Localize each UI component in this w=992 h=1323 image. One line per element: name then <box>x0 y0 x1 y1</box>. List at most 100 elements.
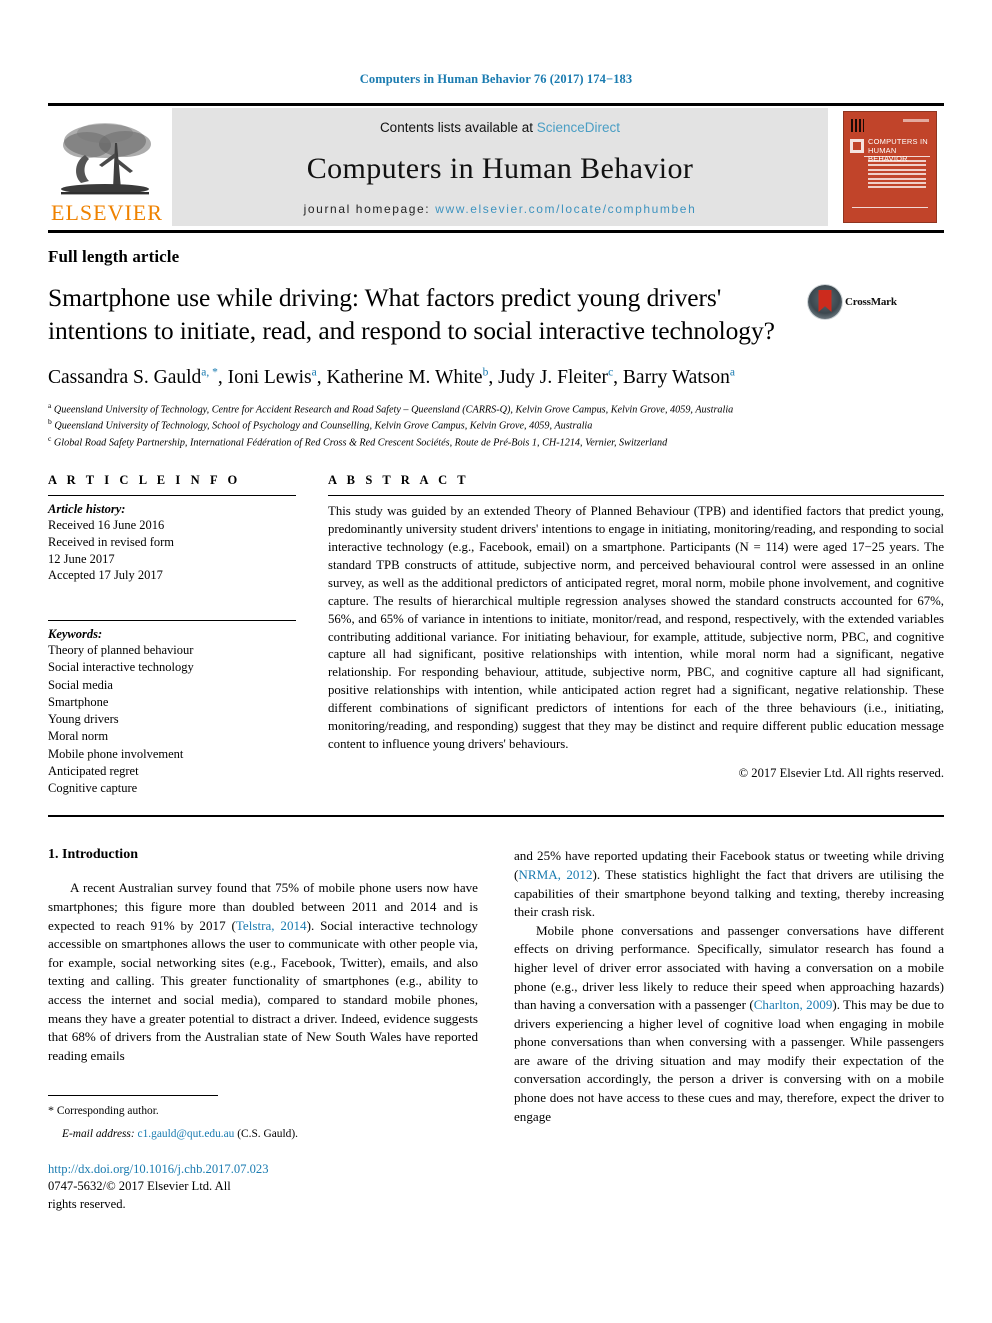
keyword-item: Cognitive capture <box>48 781 138 796</box>
article-info-column: A R T I C L E I N F O Article history: R… <box>48 473 296 797</box>
journal-cover-wrap: COMPUTERS IN HUMAN BEHAVIOR <box>836 108 944 226</box>
article-page: Computers in Human Behavior 76 (2017) 17… <box>0 0 992 1323</box>
cover-emblem-icon <box>850 139 864 153</box>
article-info-heading: A R T I C L E I N F O <box>48 473 241 488</box>
keyword-item: Anticipated regret <box>48 763 139 778</box>
running-head: Computers in Human Behavior 76 (2017) 17… <box>359 72 633 86</box>
cover-qr-icon <box>851 119 864 132</box>
author-marks: a <box>729 366 735 379</box>
paragraph: and 25% have reported updating their Fac… <box>514 847 944 921</box>
cover-top-bar <box>903 119 929 122</box>
footnote-rule <box>48 1095 218 1097</box>
email-line: E-mail address: c1.gauld@qut.edu.au (C.S… <box>48 1126 298 1143</box>
author-marks: a <box>311 366 317 379</box>
keyword-item: Theory of planned behaviour <box>48 643 194 658</box>
author-list: Cassandra S. Gaulda, *, Ioni Lewisa, Kat… <box>48 366 735 389</box>
abstract-text: This study was guided by an extended The… <box>328 504 944 751</box>
citation-link[interactable]: NRMA, 2012 <box>518 867 592 882</box>
abstract-heading: A B S T R A C T <box>328 473 470 488</box>
journal-banner: ELSEVIER Contents lists available at Sci… <box>48 108 944 226</box>
abstract-rule <box>328 495 944 497</box>
crossmark-icon <box>808 285 842 319</box>
author-name: Ioni Lewis <box>227 367 312 389</box>
footnote-star: * <box>48 1103 54 1118</box>
cover-rule-upper <box>864 156 930 157</box>
author-name: Barry Watson <box>622 367 730 389</box>
keyword-item: Mobile phone involvement <box>48 746 184 761</box>
abstract-copyright: © 2017 Elsevier Ltd. All rights reserved… <box>738 765 944 780</box>
author-marks: b <box>482 366 489 379</box>
keyword-item: Smartphone <box>48 694 109 709</box>
corresponding-author-line: * Corresponding author. <box>48 1102 238 1120</box>
journal-title: Computers in Human Behavior <box>306 151 694 185</box>
elsevier-logo: ELSEVIER <box>48 108 166 226</box>
paragraph-text: ). Social interactive technology accessi… <box>48 917 478 1063</box>
body-separator-rule <box>48 815 944 818</box>
introduction-heading: 1. Introduction <box>48 847 138 863</box>
citation-link[interactable]: Charlton, 2009 <box>754 997 833 1012</box>
citation-link[interactable]: Telstra, 2014 <box>236 918 307 933</box>
affiliation-text: Queensland University of Technology, Sch… <box>54 420 593 432</box>
banner-center: Contents lists available at ScienceDirec… <box>172 108 828 226</box>
email-owner: (C.S. Gauld). <box>237 1127 298 1140</box>
affiliation-mark: a <box>48 400 52 410</box>
keyword-item: Young drivers <box>48 712 119 727</box>
banner-top-rule <box>48 103 944 106</box>
keyword-item: Social interactive technology <box>48 660 194 675</box>
doi-link[interactable]: http://dx.doi.org/10.1016/j.chb.2017.07.… <box>48 1162 269 1177</box>
homepage-prefix: journal homepage: <box>303 202 436 216</box>
keywords-block: Keywords: Theory of planned behaviour So… <box>48 620 296 797</box>
crossmark-label: CrossMark <box>845 296 897 308</box>
author-marks: a, * <box>201 366 218 379</box>
author-name: Katherine M. White <box>326 367 483 389</box>
paragraph: A recent Australian survey found that 75… <box>48 879 478 1065</box>
affiliation-item: b Queensland University of Technology, S… <box>48 417 944 434</box>
article-history-item: Accepted 17 July 2017 <box>48 568 163 583</box>
banner-bottom-rule <box>48 230 944 233</box>
affiliation-text: Global Road Safety Partnership, Internat… <box>53 437 668 449</box>
keyword-item: Social media <box>48 677 113 692</box>
article-history-item: Received in revised form <box>48 534 174 549</box>
affiliation-mark: c <box>48 434 52 444</box>
author-name: Cassandra S. Gauld <box>48 367 202 389</box>
sciencedirect-link[interactable]: ScienceDirect <box>537 120 620 135</box>
body-columns: 1. Introduction A recent Australian surv… <box>48 847 944 1213</box>
elsevier-wordmark: ELSEVIER <box>51 200 163 225</box>
title-row: Smartphone use while driving: What facto… <box>48 281 944 347</box>
paragraph: Mobile phone conversations and passenger… <box>514 922 944 1126</box>
article-history-item: Received 16 June 2016 <box>48 518 165 533</box>
doi-block: http://dx.doi.org/10.1016/j.chb.2017.07.… <box>48 1162 269 1213</box>
crossmark-badge[interactable]: CrossMark <box>808 281 908 319</box>
page-title: Smartphone use while driving: What facto… <box>48 283 775 346</box>
article-history-label: Article history: <box>48 502 126 517</box>
keywords-label: Keywords: <box>48 627 103 642</box>
author-marks: c <box>608 366 614 379</box>
affiliation-text: Queensland University of Technology, Cen… <box>53 403 734 415</box>
elsevier-tree-icon <box>61 123 151 195</box>
affiliation-list: a Queensland University of Technology, C… <box>48 401 944 452</box>
cover-rule-lower <box>852 207 928 208</box>
homepage-url-link[interactable]: www.elsevier.com/locate/comphumbeh <box>435 202 696 216</box>
footnote-block: * Corresponding author. E-mail address: … <box>48 1095 298 1213</box>
journal-cover-thumbnail: COMPUTERS IN HUMAN BEHAVIOR <box>843 111 937 223</box>
article-history-item: 12 June 2017 <box>48 551 115 566</box>
article-type-label: Full length article <box>48 247 180 266</box>
corresponding-author-text: Corresponding author. <box>56 1105 159 1118</box>
affiliation-item: c Global Road Safety Partnership, Intern… <box>48 434 944 451</box>
body-right-column: and 25% have reported updating their Fac… <box>514 847 944 1213</box>
keywords-rule <box>48 620 296 622</box>
affiliation-item: a Queensland University of Technology, C… <box>48 401 944 418</box>
cover-text-lines <box>868 160 926 191</box>
body-left-column: 1. Introduction A recent Australian surv… <box>48 847 478 1213</box>
contents-available-line: Contents lists available at ScienceDirec… <box>380 120 620 135</box>
email-link[interactable]: c1.gauld@qut.edu.au <box>138 1128 235 1140</box>
affiliation-mark: b <box>48 417 52 427</box>
author-name: Judy J. Fleiter <box>498 367 609 389</box>
issn-copyright: 0747-5632/© 2017 Elsevier Ltd. All right… <box>48 1179 231 1212</box>
info-abstract-block: A R T I C L E I N F O Article history: R… <box>48 473 944 797</box>
keyword-item: Moral norm <box>48 729 109 744</box>
paragraph-text: ). This may be due to drivers experienci… <box>514 997 944 1124</box>
contents-prefix: Contents lists available at <box>379 120 537 135</box>
abstract-column: A B S T R A C T This study was guided by… <box>328 473 944 797</box>
article-info-rule <box>48 495 296 497</box>
